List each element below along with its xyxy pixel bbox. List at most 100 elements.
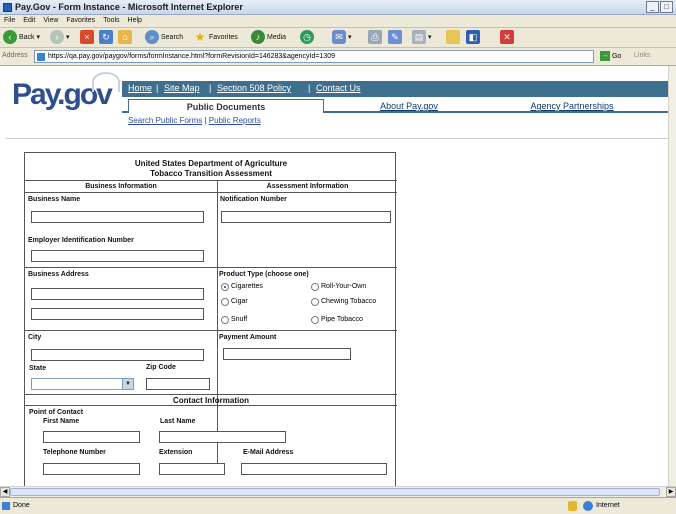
mail-icon: ✉ xyxy=(332,30,346,45)
tobacco-assessment-form: United States Department of Agriculture … xyxy=(24,152,397,486)
history-button[interactable]: ◷ xyxy=(300,30,316,46)
nav-home[interactable]: Home xyxy=(128,83,152,93)
nav-separator: | xyxy=(156,83,159,93)
star-icon: ★ xyxy=(194,30,206,45)
horizontal-scrollbar[interactable]: ◀ ▶ xyxy=(0,486,676,497)
divider xyxy=(6,138,668,139)
edit-button[interactable]: ✎ xyxy=(388,30,404,46)
ie-icon xyxy=(3,3,12,12)
messenger-icon: ◧ xyxy=(466,30,480,45)
go-button[interactable]: → Go xyxy=(600,50,621,63)
scroll-thumb[interactable] xyxy=(10,488,660,496)
radio-roll-your-own[interactable] xyxy=(311,283,319,291)
browser-toolbar: ‹ Back ▾ › ▾ × ↻ ⌂ ⌕ Search ★ Favorites ♪ Med… xyxy=(0,28,676,48)
link-public-reports[interactable]: Public Reports xyxy=(209,116,261,125)
address-line2-input[interactable] xyxy=(31,308,204,320)
print-button[interactable]: ⎙ xyxy=(368,30,384,46)
home-button[interactable]: ⌂ xyxy=(118,30,134,46)
top-navigation: Home | Site Map | Section 508 Policy | C… xyxy=(122,81,668,97)
email-label: E-Mail Address xyxy=(243,449,294,456)
city-input[interactable] xyxy=(31,349,204,361)
menu-view[interactable]: View xyxy=(39,15,62,26)
globe-icon xyxy=(583,501,593,511)
maximize-button[interactable]: □ xyxy=(660,1,673,13)
window-title: Pay.Gov - Form Instance - Microsoft Inte… xyxy=(15,2,243,12)
extension-input[interactable] xyxy=(159,463,225,475)
nav-contact-us[interactable]: Contact Us xyxy=(316,83,361,93)
telephone-input[interactable] xyxy=(43,463,140,475)
favorites-button[interactable]: ★ Favorites xyxy=(193,30,238,46)
contact-information-header: Contact Information xyxy=(173,396,249,405)
search-icon: ⌕ xyxy=(145,30,159,45)
forward-button[interactable]: › ▾ xyxy=(50,30,70,46)
stop-button[interactable]: × xyxy=(80,30,96,46)
discuss-button[interactable]: ▤ ▾ xyxy=(412,30,432,46)
nav-site-map[interactable]: Site Map xyxy=(164,83,200,93)
radio-pipe-tobacco[interactable] xyxy=(311,316,319,324)
address-label: Address xyxy=(2,52,28,59)
minimize-button[interactable]: _ xyxy=(646,1,659,13)
ein-input[interactable] xyxy=(31,250,204,262)
folder-button[interactable] xyxy=(446,30,462,46)
notification-number-input[interactable] xyxy=(221,211,391,223)
radio-chewing-tobacco[interactable] xyxy=(311,298,319,306)
telephone-label: Telephone Number xyxy=(43,449,106,456)
links-toolbar[interactable]: Links xyxy=(634,52,650,59)
business-name-label: Business Name xyxy=(28,196,81,203)
radio-chewing-tobacco-label: Chewing Tobacco xyxy=(321,298,377,305)
assessment-information-header: Assessment Information xyxy=(266,183,349,190)
messenger-button[interactable]: ◧ xyxy=(466,30,482,46)
tab-public-documents[interactable]: Public Documents xyxy=(128,99,324,113)
media-icon: ♪ xyxy=(251,30,265,45)
nav-section-508[interactable]: Section 508 Policy xyxy=(217,83,291,93)
menu-favorites[interactable]: Favorites xyxy=(62,15,99,26)
nav-separator: | xyxy=(308,83,311,93)
media-button[interactable]: ♪ Media xyxy=(251,30,286,46)
menu-help[interactable]: Help xyxy=(124,15,146,26)
zip-code-input[interactable] xyxy=(146,378,210,390)
scroll-left-icon[interactable]: ◀ xyxy=(0,487,10,497)
email-input[interactable] xyxy=(241,463,387,475)
tab-agency-partnerships[interactable]: Agency Partnerships xyxy=(512,99,632,113)
address-line1-input[interactable] xyxy=(31,288,204,300)
sub-navigation: Search Public Forms | Public Reports xyxy=(128,116,261,125)
flag-swoosh-icon xyxy=(92,72,120,92)
radio-cigarettes[interactable] xyxy=(221,283,229,291)
page-icon xyxy=(2,502,10,510)
payment-amount-input[interactable] xyxy=(223,348,351,360)
menu-file[interactable]: File xyxy=(0,15,19,26)
payment-amount-label: Payment Amount xyxy=(219,334,277,341)
mail-button[interactable]: ✉ ▾ xyxy=(332,30,352,46)
chevron-down-icon: ▼ xyxy=(122,379,133,389)
tab-about-paygov[interactable]: About Pay.gov xyxy=(354,99,464,113)
state-select[interactable]: ▼ xyxy=(31,378,134,390)
business-information-header: Business Information xyxy=(85,183,157,190)
nav-separator: | xyxy=(209,83,212,93)
print-icon: ⎙ xyxy=(368,30,382,45)
research-button[interactable]: ✕ xyxy=(500,30,516,46)
address-input[interactable]: https://qa.pay.gov/paygov/forms/formInst… xyxy=(34,50,594,63)
business-name-input[interactable] xyxy=(31,211,204,223)
status-bar: Done Internet xyxy=(0,497,676,514)
folder-icon xyxy=(446,30,460,45)
business-address-label: Business Address xyxy=(28,271,89,278)
radio-cigar[interactable] xyxy=(221,298,229,306)
radio-snuff-label: Snuff xyxy=(231,316,248,323)
back-button[interactable]: ‹ Back ▾ xyxy=(3,30,40,46)
radio-pipe-tobacco-label: Pipe Tobacco xyxy=(321,316,363,323)
scroll-right-icon[interactable]: ▶ xyxy=(666,487,676,497)
link-search-public-forms[interactable]: Search Public Forms xyxy=(128,116,202,125)
menu-edit[interactable]: Edit xyxy=(19,15,39,26)
vertical-scrollbar[interactable] xyxy=(668,66,676,486)
ein-label: Employer Identification Number xyxy=(28,237,134,244)
form-title-assessment: Tobacco Transition Assessment xyxy=(150,169,272,178)
last-name-input[interactable] xyxy=(159,431,286,443)
forward-arrow-icon: › xyxy=(50,30,64,45)
history-icon: ◷ xyxy=(300,30,314,45)
menu-tools[interactable]: Tools xyxy=(99,15,123,26)
refresh-button[interactable]: ↻ xyxy=(99,30,115,46)
search-button[interactable]: ⌕ Search xyxy=(145,30,183,46)
radio-snuff[interactable] xyxy=(221,316,229,324)
first-name-input[interactable] xyxy=(43,431,140,443)
state-label: State xyxy=(29,365,47,372)
